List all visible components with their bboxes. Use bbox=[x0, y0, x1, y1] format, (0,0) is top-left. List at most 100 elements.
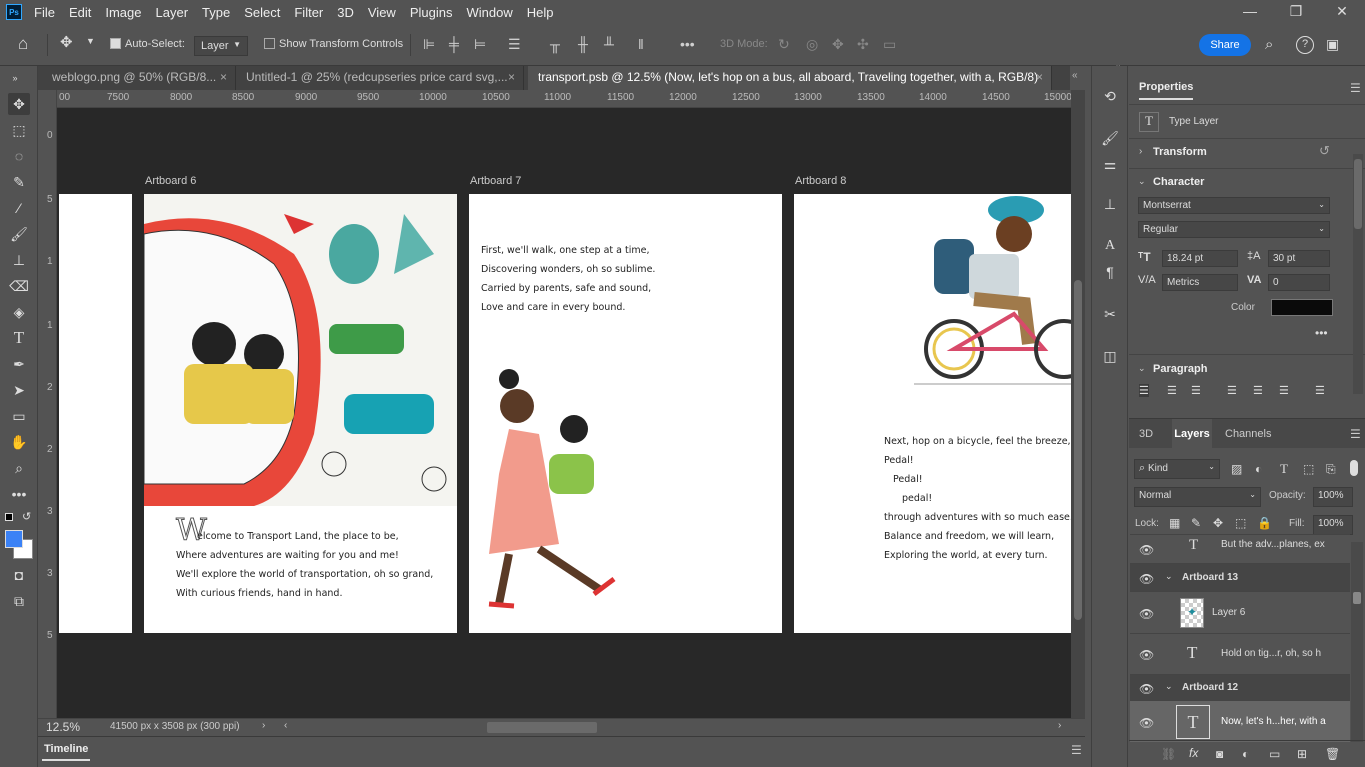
justify-right-icon[interactable]: ☰ bbox=[1279, 384, 1289, 397]
more-options-icon[interactable]: ••• bbox=[1315, 326, 1328, 340]
new-layer-icon[interactable]: ⊞ bbox=[1297, 747, 1307, 761]
align-center-text-icon[interactable]: ☰ bbox=[1167, 384, 1177, 397]
new-group-icon[interactable]: ▭ bbox=[1269, 747, 1280, 761]
panel-menu-icon[interactable]: ☰ bbox=[1350, 427, 1361, 441]
artboard-7-title[interactable]: Artboard 7 bbox=[470, 175, 521, 187]
eye-icon[interactable]: 👁 bbox=[1139, 716, 1154, 730]
eye-icon[interactable]: 👁 bbox=[1139, 572, 1154, 586]
lasso-tool-icon[interactable]: ◌ bbox=[8, 145, 30, 167]
layer-row[interactable]: 👁 ✦ Layer 6 bbox=[1130, 591, 1350, 633]
restore-icon[interactable]: ❐ bbox=[1273, 0, 1319, 24]
horizontal-scroll-thumb[interactable] bbox=[487, 722, 597, 733]
lock-pixels-icon[interactable]: ✎ bbox=[1191, 516, 1201, 530]
collapse-icon[interactable]: « bbox=[1072, 70, 1078, 81]
3d-rotate-icon[interactable]: ↻ bbox=[778, 36, 790, 53]
close-window-icon[interactable]: ✕ bbox=[1319, 0, 1365, 24]
lock-transparent-icon[interactable]: ▦ bbox=[1169, 516, 1180, 530]
align-middle-icon[interactable]: ╫ bbox=[578, 36, 588, 52]
workspace-icon[interactable]: ▣ bbox=[1326, 36, 1339, 53]
distribute-vertical-icon[interactable]: ‖ bbox=[638, 36, 644, 52]
eye-icon[interactable]: 👁 bbox=[1139, 648, 1154, 662]
filter-type-icon[interactable]: T bbox=[1280, 461, 1288, 477]
help-icon[interactable]: ? bbox=[1296, 36, 1314, 54]
3d-slide-icon[interactable]: ✣ bbox=[857, 36, 869, 53]
tab-untitled-1[interactable]: Untitled-1 @ 25% (redcupseries price car… bbox=[236, 66, 524, 90]
menu-layer[interactable]: Layer bbox=[156, 5, 189, 20]
text-color-swatch[interactable] bbox=[1271, 299, 1333, 316]
search-icon[interactable]: ⌕ bbox=[1265, 36, 1273, 53]
kerning-field[interactable]: Metrics bbox=[1162, 274, 1238, 291]
reset-transform-icon[interactable]: ↺ bbox=[1319, 143, 1330, 159]
default-colors-icon[interactable] bbox=[5, 513, 13, 521]
artboard-7[interactable]: First, we'll walk, one step at a time, D… bbox=[469, 194, 782, 633]
more-tools-icon[interactable]: ••• bbox=[8, 483, 30, 505]
link-layers-icon[interactable]: ⛓ bbox=[1161, 747, 1176, 761]
align-right-text-icon[interactable]: ☰ bbox=[1191, 384, 1201, 397]
chevron-right-icon[interactable]: › bbox=[1058, 720, 1061, 731]
blend-mode-dropdown[interactable]: Normal ⌄ bbox=[1134, 487, 1261, 507]
chevron-down-icon[interactable]: ⌄ bbox=[1138, 363, 1146, 374]
quick-mask-icon[interactable]: ◘ bbox=[8, 564, 30, 586]
adjustments-icon[interactable]: ⚌ bbox=[1100, 156, 1120, 176]
tab-channels[interactable]: Channels bbox=[1225, 428, 1271, 440]
hand-tool-icon[interactable]: ✋ bbox=[8, 431, 30, 453]
align-top-icon[interactable]: ╥ bbox=[550, 36, 560, 52]
artboard-6[interactable]: W elcome to Transport Land, the place to… bbox=[144, 194, 457, 633]
align-bottom-icon[interactable]: ╨ bbox=[604, 36, 614, 52]
panel-menu-icon[interactable]: ☰ bbox=[1350, 81, 1361, 95]
chevron-right-icon[interactable]: › bbox=[1139, 146, 1142, 157]
character-section-header[interactable]: Character bbox=[1153, 176, 1204, 188]
chevron-down-icon[interactable]: ⌄ bbox=[1165, 681, 1173, 692]
screen-mode-icon[interactable]: ⧉ bbox=[8, 590, 30, 612]
chevron-left-icon[interactable]: ‹ bbox=[284, 720, 287, 731]
zoom-tool-icon[interactable]: ⌕ bbox=[8, 457, 30, 479]
fx-icon[interactable]: fx bbox=[1189, 746, 1198, 760]
eraser-tool-icon[interactable]: ⌫ bbox=[8, 275, 30, 297]
foreground-color-swatch[interactable] bbox=[5, 530, 23, 548]
lock-position-icon[interactable]: ✥ bbox=[1213, 516, 1223, 530]
brush-settings-icon[interactable]: 🖌 bbox=[1100, 130, 1120, 150]
paragraph-panel-icon[interactable]: ¶ bbox=[1100, 264, 1120, 284]
menu-type[interactable]: Type bbox=[202, 5, 230, 20]
chevron-down-icon[interactable]: ⌄ bbox=[1138, 176, 1146, 187]
quick-select-tool-icon[interactable]: ✎ bbox=[8, 171, 30, 193]
home-icon[interactable]: ⌂ bbox=[18, 34, 28, 54]
eyedropper-tool-icon[interactable]: ⁄ bbox=[8, 197, 30, 219]
layer-row[interactable]: 👁 T Hold on tig...r, oh, so h bbox=[1130, 633, 1350, 674]
3d-scale-icon[interactable]: ▭ bbox=[883, 36, 896, 53]
justify-center-icon[interactable]: ☰ bbox=[1253, 384, 1263, 397]
auto-select-target-dropdown[interactable]: Layer ▼ bbox=[194, 36, 248, 56]
auto-select-checkbox[interactable]: Auto-Select: bbox=[110, 38, 185, 50]
timeline-tab[interactable]: Timeline bbox=[42, 743, 91, 761]
layer-name[interactable]: But the adv...planes, ex bbox=[1221, 539, 1325, 550]
eye-icon[interactable]: 👁 bbox=[1139, 543, 1154, 557]
path-select-tool-icon[interactable]: ➤ bbox=[8, 379, 30, 401]
menu-edit[interactable]: Edit bbox=[69, 5, 91, 20]
filter-toggle[interactable] bbox=[1350, 460, 1358, 476]
align-center-icon[interactable]: ╪ bbox=[449, 36, 459, 52]
paragraph-section-header[interactable]: Paragraph bbox=[1153, 363, 1207, 375]
lock-artboard-icon[interactable]: ⬚ bbox=[1235, 516, 1246, 530]
menu-3d[interactable]: 3D bbox=[337, 5, 354, 20]
layer-name[interactable]: Hold on tig...r, oh, so h bbox=[1221, 648, 1321, 659]
lock-all-icon[interactable]: 🔒 bbox=[1257, 516, 1272, 530]
chevron-right-icon[interactable]: › bbox=[262, 720, 265, 731]
leading-field[interactable]: 30 pt bbox=[1268, 250, 1330, 267]
filter-adjustment-icon[interactable]: ◐ bbox=[1255, 462, 1262, 476]
collapse-icon[interactable]: » bbox=[4, 67, 26, 89]
layer-group-name[interactable]: Artboard 12 bbox=[1182, 682, 1238, 693]
layer-row-selected[interactable]: 👁 T Now, let's h...her, with a bbox=[1130, 700, 1350, 742]
artboard-6-title[interactable]: Artboard 6 bbox=[145, 175, 196, 187]
tracking-field[interactable]: 0 bbox=[1268, 274, 1330, 291]
swap-colors-icon[interactable]: ↺ bbox=[22, 510, 31, 523]
share-button[interactable]: Share bbox=[1199, 34, 1251, 56]
panel-menu-icon[interactable]: ☰ bbox=[1071, 743, 1082, 757]
filter-pixel-icon[interactable]: ▨ bbox=[1231, 462, 1242, 476]
clone-source-icon[interactable]: ⊥ bbox=[1100, 196, 1120, 216]
zoom-level[interactable]: 12.5% bbox=[46, 720, 80, 734]
fill-field[interactable]: 100% bbox=[1313, 515, 1353, 535]
tab-transport[interactable]: transport.psb @ 12.5% (Now, let's hop on… bbox=[528, 66, 1052, 90]
trash-icon[interactable]: 🗑 bbox=[1325, 747, 1340, 761]
close-tab-icon[interactable]: × bbox=[508, 66, 515, 88]
font-style-dropdown[interactable]: Regular ⌄ bbox=[1138, 221, 1330, 238]
